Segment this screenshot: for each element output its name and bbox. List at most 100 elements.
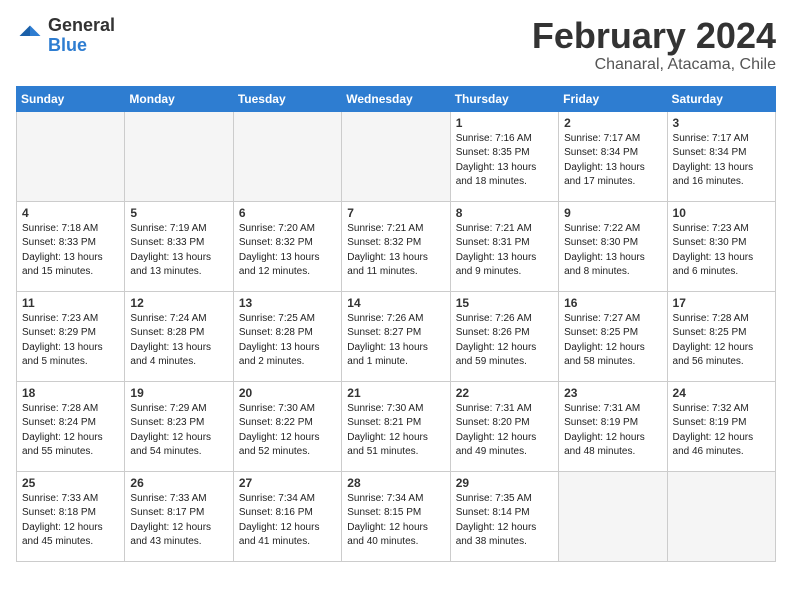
calendar-cell: [342, 111, 450, 201]
day-number: 20: [239, 386, 336, 400]
day-number: 27: [239, 476, 336, 490]
header-tuesday: Tuesday: [233, 86, 341, 111]
logo-blue: Blue: [48, 36, 115, 56]
header-monday: Monday: [125, 86, 233, 111]
calendar-cell: 11 Sunrise: 7:23 AMSunset: 8:29 PMDayligh…: [17, 291, 125, 381]
day-number: 7: [347, 206, 444, 220]
day-info: Sunrise: 7:34 AMSunset: 8:15 PMDaylight:…: [347, 492, 444, 550]
day-number: 22: [456, 386, 553, 400]
day-info: Sunrise: 7:32 AMSunset: 8:19 PMDaylight:…: [673, 402, 770, 460]
calendar-cell: 12Sunrise: 7:24 AMSunset: 8:28 PMDayligh…: [125, 291, 233, 381]
day-info: Sunrise: 7:17 AMSunset: 8:34 PMDaylight:…: [673, 132, 770, 190]
calendar-cell: [125, 111, 233, 201]
day-info: Sunrise: 7:26 AMSunset: 8:26 PMDaylight:…: [456, 312, 553, 370]
calendar-cell: 5 Sunrise: 7:19 AMSunset: 8:33 PMDaylight…: [125, 201, 233, 291]
day-info: Sunrise: 7:19 AMSunset: 8:33 PMDaylight:…: [130, 222, 227, 280]
calendar-cell: 15 Sunrise: 7:26 AMSunset: 8:26 PMDayligh…: [450, 291, 558, 381]
day-number: 21: [347, 386, 444, 400]
day-number: 15: [456, 296, 553, 310]
calendar-cell: 29 Sunrise: 7:35 AMSunset: 8:14 PMDayligh…: [450, 471, 558, 561]
header-friday: Friday: [559, 86, 667, 111]
day-number: 26: [130, 476, 227, 490]
day-info: Sunrise: 7:30 AMSunset: 8:21 PMDaylight:…: [347, 402, 444, 460]
header-wednesday: Wednesday: [342, 86, 450, 111]
calendar-table: SundayMondayTuesdayWednesdayThursdayFrid…: [16, 86, 776, 562]
calendar-cell: 9Sunrise: 7:22 AMSunset: 8:30 PMDaylight…: [559, 201, 667, 291]
day-number: 10: [673, 206, 770, 220]
logo: General Blue: [16, 16, 115, 56]
day-info: Sunrise: 7:34 AMSunset: 8:16 PMDaylight:…: [239, 492, 336, 550]
calendar-cell: 20 Sunrise: 7:30 AMSunset: 8:22 PMDayligh…: [233, 381, 341, 471]
calendar-cell: [667, 471, 775, 561]
day-info: Sunrise: 7:26 AMSunset: 8:27 PMDaylight:…: [347, 312, 444, 370]
day-number: 11: [22, 296, 119, 310]
location-title: Chanaral, Atacama, Chile: [532, 56, 776, 74]
calendar-week-row: 18 Sunrise: 7:28 AMSunset: 8:24 PMDayligh…: [17, 381, 776, 471]
calendar-week-row: 11 Sunrise: 7:23 AMSunset: 8:29 PMDayligh…: [17, 291, 776, 381]
day-info: Sunrise: 7:28 AMSunset: 8:25 PMDaylight:…: [673, 312, 770, 370]
day-number: 12: [130, 296, 227, 310]
day-number: 14: [347, 296, 444, 310]
day-info: Sunrise: 7:16 AMSunset: 8:35 PMDaylight:…: [456, 132, 553, 190]
calendar-cell: 3Sunrise: 7:17 AMSunset: 8:34 PMDaylight…: [667, 111, 775, 201]
calendar-cell: 22Sunrise: 7:31 AMSunset: 8:20 PMDayligh…: [450, 381, 558, 471]
day-info: Sunrise: 7:23 AMSunset: 8:30 PMDaylight:…: [673, 222, 770, 280]
day-info: Sunrise: 7:23 AMSunset: 8:29 PMDaylight:…: [22, 312, 119, 370]
header-sunday: Sunday: [17, 86, 125, 111]
day-info: Sunrise: 7:28 AMSunset: 8:24 PMDaylight:…: [22, 402, 119, 460]
calendar-cell: 19 Sunrise: 7:29 AMSunset: 8:23 PMDayligh…: [125, 381, 233, 471]
title-block: February 2024 Chanaral, Atacama, Chile: [532, 16, 776, 74]
day-number: 19: [130, 386, 227, 400]
day-number: 4: [22, 206, 119, 220]
day-number: 2: [564, 116, 661, 130]
day-number: 28: [347, 476, 444, 490]
calendar-week-row: 4 Sunrise: 7:18 AMSunset: 8:33 PMDaylight…: [17, 201, 776, 291]
day-number: 13: [239, 296, 336, 310]
day-number: 18: [22, 386, 119, 400]
day-info: Sunrise: 7:25 AMSunset: 8:28 PMDaylight:…: [239, 312, 336, 370]
calendar-week-row: 1Sunrise: 7:16 AMSunset: 8:35 PMDaylight…: [17, 111, 776, 201]
calendar-cell: 16 Sunrise: 7:27 AMSunset: 8:25 PMDayligh…: [559, 291, 667, 381]
logo-text: General Blue: [48, 16, 115, 56]
day-number: 6: [239, 206, 336, 220]
calendar-cell: 8Sunrise: 7:21 AMSunset: 8:31 PMDaylight…: [450, 201, 558, 291]
day-info: Sunrise: 7:29 AMSunset: 8:23 PMDaylight:…: [130, 402, 227, 460]
day-info: Sunrise: 7:27 AMSunset: 8:25 PMDaylight:…: [564, 312, 661, 370]
calendar-cell: 27 Sunrise: 7:34 AMSunset: 8:16 PMDayligh…: [233, 471, 341, 561]
calendar-header-row: SundayMondayTuesdayWednesdayThursdayFrid…: [17, 86, 776, 111]
day-info: Sunrise: 7:31 AMSunset: 8:19 PMDaylight:…: [564, 402, 661, 460]
calendar-cell: 24 Sunrise: 7:32 AMSunset: 8:19 PMDayligh…: [667, 381, 775, 471]
calendar-week-row: 25Sunrise: 7:33 AMSunset: 8:18 PMDayligh…: [17, 471, 776, 561]
day-number: 16: [564, 296, 661, 310]
page-header: General Blue February 2024 Chanaral, Ata…: [16, 16, 776, 74]
day-number: 29: [456, 476, 553, 490]
day-info: Sunrise: 7:22 AMSunset: 8:30 PMDaylight:…: [564, 222, 661, 280]
calendar-cell: 13 Sunrise: 7:25 AMSunset: 8:28 PMDayligh…: [233, 291, 341, 381]
day-number: 17: [673, 296, 770, 310]
day-info: Sunrise: 7:33 AMSunset: 8:17 PMDaylight:…: [130, 492, 227, 550]
logo-icon: [16, 22, 44, 50]
day-info: Sunrise: 7:33 AMSunset: 8:18 PMDaylight:…: [22, 492, 119, 550]
day-number: 8: [456, 206, 553, 220]
day-info: Sunrise: 7:20 AMSunset: 8:32 PMDaylight:…: [239, 222, 336, 280]
day-number: 24: [673, 386, 770, 400]
calendar-cell: [233, 111, 341, 201]
calendar-cell: 14 Sunrise: 7:26 AMSunset: 8:27 PMDayligh…: [342, 291, 450, 381]
calendar-cell: 17 Sunrise: 7:28 AMSunset: 8:25 PMDayligh…: [667, 291, 775, 381]
calendar-cell: 26 Sunrise: 7:33 AMSunset: 8:17 PMDayligh…: [125, 471, 233, 561]
month-title: February 2024: [532, 16, 776, 56]
logo-general: General: [48, 16, 115, 36]
calendar-cell: [559, 471, 667, 561]
calendar-cell: 2 Sunrise: 7:17 AMSunset: 8:34 PMDaylight…: [559, 111, 667, 201]
day-info: Sunrise: 7:17 AMSunset: 8:34 PMDaylight:…: [564, 132, 661, 190]
calendar-cell: 18 Sunrise: 7:28 AMSunset: 8:24 PMDayligh…: [17, 381, 125, 471]
day-info: Sunrise: 7:18 AMSunset: 8:33 PMDaylight:…: [22, 222, 119, 280]
calendar-cell: 28 Sunrise: 7:34 AMSunset: 8:15 PMDayligh…: [342, 471, 450, 561]
day-info: Sunrise: 7:30 AMSunset: 8:22 PMDaylight:…: [239, 402, 336, 460]
calendar-cell: 23Sunrise: 7:31 AMSunset: 8:19 PMDayligh…: [559, 381, 667, 471]
calendar-cell: [17, 111, 125, 201]
header-thursday: Thursday: [450, 86, 558, 111]
day-number: 5: [130, 206, 227, 220]
header-saturday: Saturday: [667, 86, 775, 111]
day-info: Sunrise: 7:35 AMSunset: 8:14 PMDaylight:…: [456, 492, 553, 550]
